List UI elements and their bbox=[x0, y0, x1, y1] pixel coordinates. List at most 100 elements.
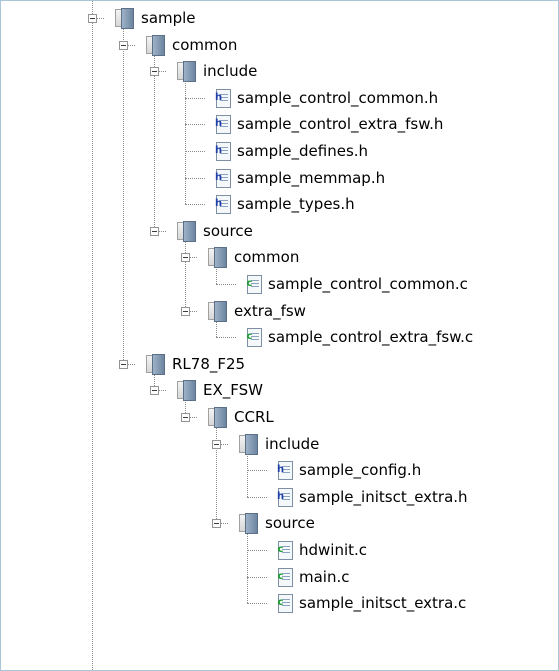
h-file-icon: h bbox=[276, 487, 293, 507]
tree-branch-line bbox=[247, 603, 267, 604]
tree-guide-line bbox=[247, 531, 248, 603]
folder-icon bbox=[208, 406, 228, 428]
tree-file-item[interactable]: c sample_control_common.c bbox=[245, 271, 468, 297]
tree-folder-item[interactable]: common bbox=[208, 244, 299, 270]
tree-item-label: include bbox=[265, 435, 320, 453]
folder-icon bbox=[239, 433, 259, 455]
tree-folder-item[interactable]: extra_fsw bbox=[208, 298, 306, 324]
tree-branch-line bbox=[216, 284, 236, 285]
collapse-icon[interactable] bbox=[150, 67, 159, 76]
collapse-icon[interactable] bbox=[181, 253, 190, 262]
folder-icon bbox=[239, 512, 259, 534]
tree-file-item[interactable]: h sample_control_common.h bbox=[214, 85, 438, 111]
c-file-icon: c bbox=[276, 540, 293, 560]
tree-item-label: common bbox=[172, 36, 238, 54]
tree-branch-line bbox=[216, 337, 236, 338]
project-tree-panel: sample common include h sample_control_commo… bbox=[0, 0, 559, 671]
h-file-icon: h bbox=[214, 168, 231, 188]
tree-branch-line bbox=[185, 98, 205, 99]
tree-folder-item[interactable]: EX_FSW bbox=[177, 377, 263, 403]
tree-item-label: include bbox=[203, 62, 258, 80]
collapse-icon[interactable] bbox=[212, 519, 221, 528]
tree-item-label: EX_FSW bbox=[203, 381, 263, 399]
tree-item-label: sample_control_extra_fsw.c bbox=[268, 328, 474, 346]
tree-item-label: sample_initsct_extra.h bbox=[299, 488, 468, 506]
tree-item-label: sample bbox=[141, 9, 196, 27]
c-file-icon: c bbox=[276, 593, 293, 613]
tree-item-label: sample_memmap.h bbox=[237, 169, 386, 187]
folder-icon bbox=[208, 246, 228, 268]
folder-icon bbox=[177, 220, 197, 242]
tree-folder-item[interactable]: source bbox=[239, 510, 315, 536]
tree-branch-line bbox=[247, 470, 267, 471]
h-file-icon: h bbox=[214, 114, 231, 134]
collapse-icon[interactable] bbox=[150, 386, 159, 395]
tree-file-item[interactable]: h sample_memmap.h bbox=[214, 165, 385, 191]
tree-guide-line bbox=[123, 26, 124, 364]
folder-icon bbox=[208, 300, 228, 322]
tree-folder-item[interactable]: include bbox=[239, 431, 319, 457]
folder-icon bbox=[146, 34, 166, 56]
collapse-icon[interactable] bbox=[212, 440, 221, 449]
tree-item-label: source bbox=[265, 514, 315, 532]
tree-branch-line bbox=[247, 577, 267, 578]
collapse-icon[interactable] bbox=[181, 413, 190, 422]
tree-file-item[interactable]: h sample_defines.h bbox=[214, 138, 368, 164]
folder-icon bbox=[146, 353, 166, 375]
tree-item-label: sample_control_extra_fsw.h bbox=[237, 115, 444, 133]
tree-branch-line bbox=[247, 497, 267, 498]
tree-file-item[interactable]: h sample_control_extra_fsw.h bbox=[214, 111, 443, 137]
c-file-icon: c bbox=[245, 327, 262, 347]
tree-item-label: main.c bbox=[299, 568, 350, 586]
tree-guide-line bbox=[247, 452, 248, 497]
tree-item-label: sample_types.h bbox=[237, 195, 355, 213]
project-tree: sample common include h sample_control_commo… bbox=[1, 1, 558, 670]
tree-item-label: sample_defines.h bbox=[237, 142, 369, 160]
folder-icon bbox=[115, 7, 135, 29]
tree-item-label: sample_control_common.h bbox=[237, 89, 439, 107]
tree-folder-item[interactable]: source bbox=[177, 218, 253, 244]
folder-icon bbox=[177, 60, 197, 82]
tree-item-label: CCRL bbox=[234, 408, 274, 426]
collapse-icon[interactable] bbox=[88, 14, 97, 23]
tree-file-item[interactable]: h sample_types.h bbox=[214, 191, 355, 217]
tree-item-label: extra_fsw bbox=[234, 302, 306, 320]
tree-item-label: common bbox=[234, 248, 300, 266]
h-file-icon: h bbox=[214, 141, 231, 161]
collapse-icon[interactable] bbox=[119, 360, 128, 369]
tree-file-item[interactable]: c sample_control_extra_fsw.c bbox=[245, 324, 473, 350]
tree-item-label: hdwinit.c bbox=[299, 541, 368, 559]
tree-folder-item[interactable]: sample bbox=[115, 5, 196, 31]
c-file-icon: c bbox=[276, 567, 293, 587]
tree-branch-line bbox=[185, 178, 205, 179]
tree-item-label: sample_initsct_extra.c bbox=[299, 594, 467, 612]
collapse-icon[interactable] bbox=[150, 227, 159, 236]
tree-item-label: RL78_F25 bbox=[172, 355, 246, 373]
tree-guide-line bbox=[154, 53, 155, 231]
tree-file-item[interactable]: h sample_initsct_extra.h bbox=[276, 484, 468, 510]
tree-item-label: source bbox=[203, 222, 253, 240]
h-file-icon: h bbox=[214, 88, 231, 108]
tree-item-label: sample_control_common.c bbox=[268, 275, 468, 293]
tree-branch-line bbox=[185, 124, 205, 125]
tree-file-item[interactable]: c sample_initsct_extra.c bbox=[276, 590, 466, 616]
collapse-icon[interactable] bbox=[119, 41, 128, 50]
tree-folder-item[interactable]: common bbox=[146, 32, 237, 58]
c-file-icon: c bbox=[245, 274, 262, 294]
h-file-icon: h bbox=[214, 194, 231, 214]
tree-item-label: sample_config.h bbox=[299, 461, 422, 479]
tree-folder-item[interactable]: CCRL bbox=[208, 404, 274, 430]
collapse-icon[interactable] bbox=[181, 307, 190, 316]
tree-guide-line bbox=[92, 1, 93, 670]
tree-folder-item[interactable]: RL78_F25 bbox=[146, 351, 245, 377]
h-file-icon: h bbox=[276, 460, 293, 480]
tree-guide-line bbox=[185, 239, 186, 311]
tree-branch-line bbox=[185, 151, 205, 152]
tree-folder-item[interactable]: include bbox=[177, 58, 257, 84]
tree-branch-line bbox=[247, 550, 267, 551]
folder-icon bbox=[177, 379, 197, 401]
tree-file-item[interactable]: h sample_config.h bbox=[276, 457, 421, 483]
tree-branch-line bbox=[185, 204, 205, 205]
tree-file-item[interactable]: c hdwinit.c bbox=[276, 537, 367, 563]
tree-file-item[interactable]: c main.c bbox=[276, 564, 350, 590]
